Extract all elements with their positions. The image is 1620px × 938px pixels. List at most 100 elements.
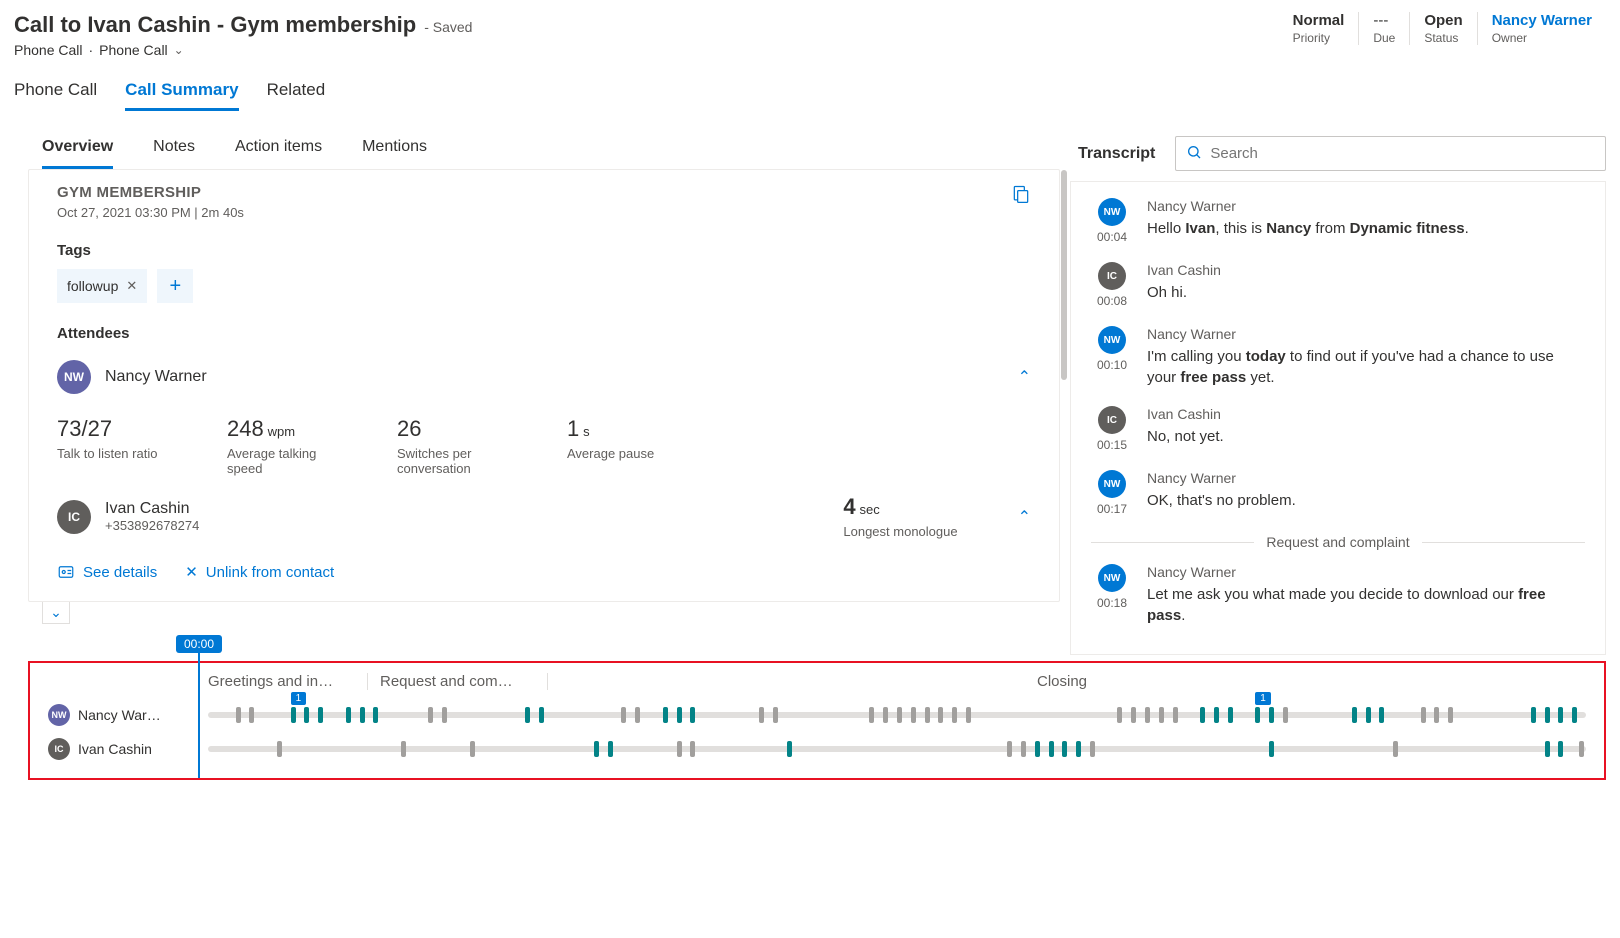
scrollbar-thumb[interactable] (1061, 170, 1067, 380)
search-input[interactable] (1175, 136, 1606, 171)
avatar: IC (1098, 262, 1126, 290)
subtab-overview[interactable]: Overview (42, 130, 113, 169)
chevron-down-icon[interactable]: ⌄ (174, 43, 184, 57)
timeline-tick (360, 707, 365, 723)
attendee-name: Ivan Cashin (105, 500, 199, 518)
tag-chip[interactable]: followup✕ (57, 269, 147, 303)
subtab-mentions[interactable]: Mentions (362, 130, 427, 169)
tab-call-summary[interactable]: Call Summary (125, 80, 238, 111)
timeline-tick (1145, 707, 1150, 723)
timeline-panel: Greetings and in… Request and com… Closi… (28, 661, 1606, 780)
timeline-tick (428, 707, 433, 723)
timeline-tick (1366, 707, 1371, 723)
transcript-message[interactable]: NW 00:10 Nancy Warner I'm calling you to… (1091, 326, 1585, 388)
timeline-marker[interactable]: 1 (1255, 692, 1271, 705)
timeline-tick (663, 707, 668, 723)
track-label: ICIvan Cashin (48, 738, 194, 760)
timeline-tick (1558, 707, 1563, 723)
timeline-tick (525, 707, 530, 723)
timeline-tick (773, 707, 778, 723)
transcript-panel: NW 00:04 Nancy Warner Hello Ivan, this i… (1070, 181, 1606, 655)
timeline-tick (1545, 707, 1550, 723)
timeline-tick (539, 707, 544, 723)
monologue-value: 4 (843, 494, 855, 519)
timeline-tick (1579, 741, 1584, 757)
timeline-tick (1200, 707, 1205, 723)
message-speaker: Nancy Warner (1147, 470, 1585, 486)
timeline-tick (236, 707, 241, 723)
attendee-phone: +353892678274 (105, 518, 199, 533)
timeline-tick (1090, 741, 1095, 757)
timeline-tick (690, 707, 695, 723)
timeline-tick (1228, 707, 1233, 723)
chevron-up-icon[interactable]: ⌃ (1018, 507, 1031, 527)
avatar: IC (57, 500, 91, 534)
timeline-track[interactable]: NWNancy War… 11 (48, 698, 1586, 732)
unlink-contact-link[interactable]: ✕ Unlink from contact (185, 563, 334, 581)
timeline-tick (1393, 741, 1398, 757)
message-speaker: Nancy Warner (1147, 564, 1585, 580)
remove-tag-icon[interactable]: ✕ (126, 278, 137, 294)
attendees-label: Attendees (57, 325, 1031, 342)
timeline-tick (1269, 707, 1274, 723)
timeline-tick (690, 741, 695, 757)
attendee-name: Nancy Warner (105, 368, 207, 386)
timeline-tick (1379, 707, 1384, 723)
playhead[interactable] (198, 653, 200, 778)
header-meta-owner[interactable]: Nancy WarnerOwner (1477, 12, 1606, 45)
transcript-message[interactable]: NW 00:17 Nancy Warner OK, that's no prob… (1091, 470, 1585, 516)
avatar: NW (57, 360, 91, 394)
transcript-message[interactable]: IC 00:15 Ivan Cashin No, not yet. (1091, 406, 1585, 452)
segment-closing: Closing (548, 673, 1586, 690)
message-text: Hello Ivan, this is Nancy from Dynamic f… (1147, 218, 1585, 239)
message-text: OK, that's no problem. (1147, 490, 1585, 511)
timeline-marker[interactable]: 1 (291, 692, 307, 705)
tags-label: Tags (57, 242, 1031, 259)
timeline-tick (966, 707, 971, 723)
subtab-notes[interactable]: Notes (153, 130, 195, 169)
subtab-action-items[interactable]: Action items (235, 130, 322, 169)
see-details-link[interactable]: See details (57, 563, 157, 581)
timeline-tick (1352, 707, 1357, 723)
track-label: NWNancy War… (48, 704, 194, 726)
track-bar[interactable]: 11 (208, 712, 1586, 718)
saved-indicator: - Saved (424, 19, 472, 35)
message-speaker: Ivan Cashin (1147, 262, 1585, 278)
timeline-tick (883, 707, 888, 723)
timeline-tick (1131, 707, 1136, 723)
search-field[interactable] (1210, 145, 1595, 162)
attendee-row-nancy[interactable]: NW Nancy Warner ⌃ (57, 356, 1031, 398)
timeline-tick (677, 707, 682, 723)
message-text: Let me ask you what made you decide to d… (1147, 584, 1585, 626)
timeline-tick (1283, 707, 1288, 723)
timeline-tick (401, 741, 406, 757)
attendee-row-ivan[interactable]: IC Ivan Cashin +353892678274 4 sec Longe… (57, 490, 1031, 543)
tab-related[interactable]: Related (267, 80, 326, 111)
track-bar[interactable] (208, 746, 1586, 752)
transcript-message[interactable]: NW 00:04 Nancy Warner Hello Ivan, this i… (1091, 198, 1585, 244)
avatar: IC (1098, 406, 1126, 434)
message-time: 00:15 (1097, 438, 1127, 452)
timeline-tick (470, 741, 475, 757)
timeline-track[interactable]: ICIvan Cashin (48, 732, 1586, 766)
avatar: NW (48, 704, 70, 726)
breadcrumb[interactable]: Phone Call · Phone Call ⌄ (14, 42, 472, 58)
message-time: 00:04 (1097, 230, 1127, 244)
avatar: IC (48, 738, 70, 760)
transcript-message[interactable]: IC 00:08 Ivan Cashin Oh hi. (1091, 262, 1585, 308)
transcript-message[interactable]: NW 00:18 Nancy Warner Let me ask you wha… (1091, 564, 1585, 626)
timeline-tick (1421, 707, 1426, 723)
timeline-tick (1173, 707, 1178, 723)
avatar: NW (1098, 564, 1126, 592)
header-meta-due: ---Due (1358, 12, 1409, 45)
timeline-tick (1076, 741, 1081, 757)
timeline-tick (759, 707, 764, 723)
collapse-toggle[interactable]: ⌄ (42, 602, 70, 624)
add-tag-button[interactable]: + (157, 269, 193, 303)
tab-phone-call[interactable]: Phone Call (14, 80, 97, 111)
copy-icon[interactable] (1011, 184, 1031, 207)
chevron-up-icon[interactable]: ⌃ (1018, 367, 1031, 387)
timeline-tick (1049, 741, 1054, 757)
page-title: Call to Ivan Cashin - Gym membership (14, 12, 416, 38)
stat: 73/27Talk to listen ratio (57, 416, 177, 476)
